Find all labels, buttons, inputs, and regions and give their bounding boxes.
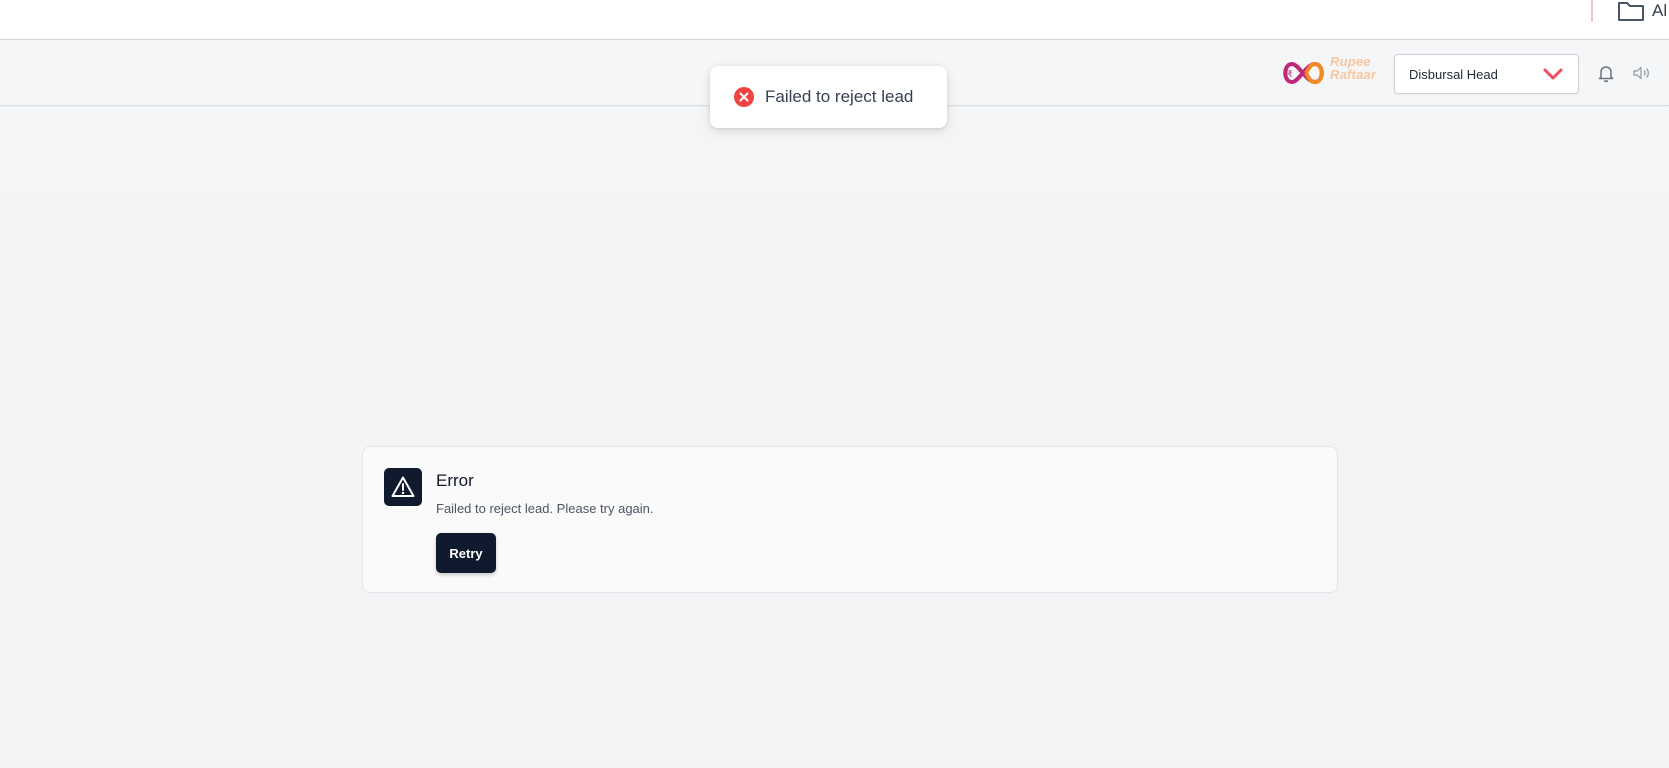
bookmarks-divider: [1591, 0, 1593, 22]
warning-triangle-icon: [391, 476, 415, 497]
speaker-icon[interactable]: [1631, 63, 1651, 83]
brand-logo[interactable]: ₹ Rupee Raftaar: [1278, 52, 1380, 94]
error-toast: Failed to reject lead: [710, 66, 947, 128]
brand-line-2: Raftaar: [1330, 67, 1377, 82]
error-card: Error Failed to reject lead. Please try …: [362, 446, 1338, 593]
chevron-down-icon: [1543, 68, 1563, 80]
infinity-logo-icon: ₹: [1283, 61, 1324, 85]
role-select-value: Disbursal Head: [1409, 67, 1498, 82]
error-x-icon: [734, 87, 754, 107]
warning-badge: [384, 468, 422, 506]
brand-name: Rupee Raftaar: [1330, 55, 1376, 81]
retry-button[interactable]: Retry: [436, 533, 496, 573]
folder-icon[interactable]: [1617, 0, 1645, 22]
error-description: Failed to reject lead. Please try again.: [436, 501, 654, 516]
main-content: [0, 107, 1669, 768]
bookmarks-bar: Al: [0, 0, 1669, 40]
bell-icon[interactable]: [1596, 63, 1616, 83]
toast-message: Failed to reject lead: [765, 87, 914, 106]
role-select[interactable]: Disbursal Head: [1394, 54, 1579, 94]
svg-text:₹: ₹: [1287, 70, 1293, 80]
bookmark-folder-label[interactable]: Al: [1652, 1, 1667, 21]
error-title: Error: [436, 471, 474, 490]
